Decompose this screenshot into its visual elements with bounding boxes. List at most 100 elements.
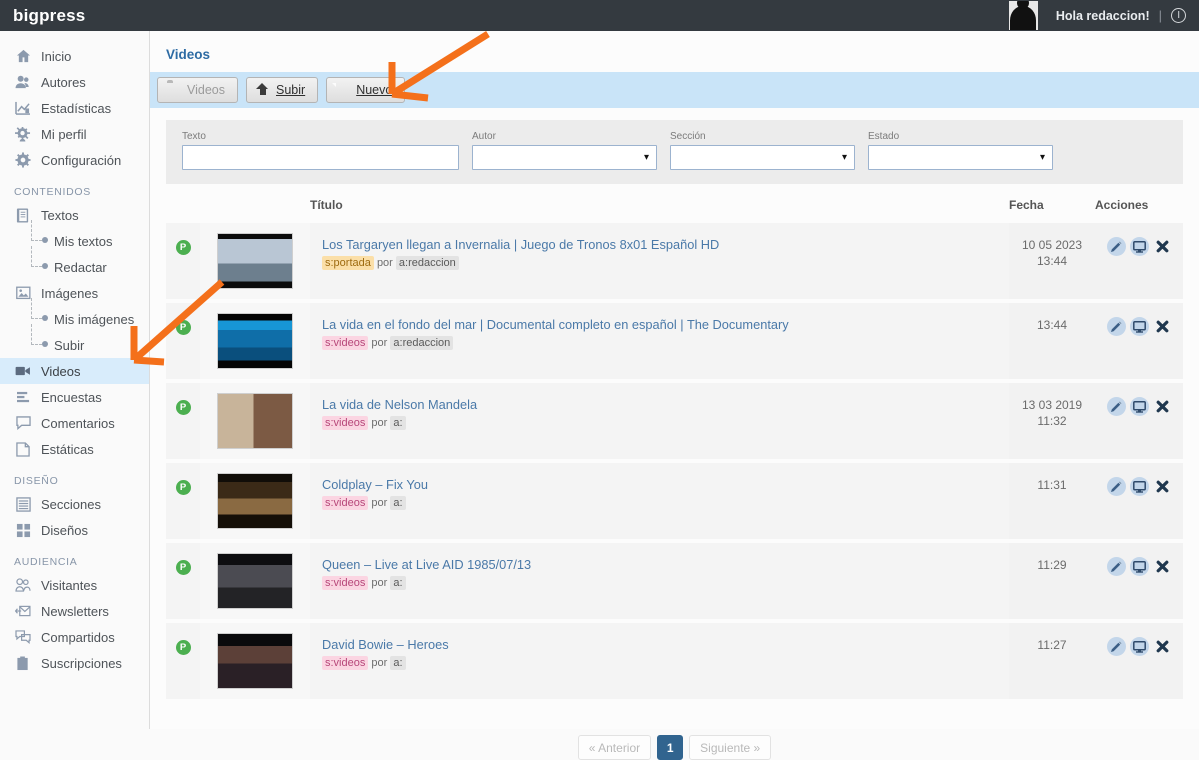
delete-button[interactable] bbox=[1153, 317, 1172, 336]
sidebar-item-newsletters[interactable]: Newsletters bbox=[0, 598, 149, 624]
toolbar-button-videos[interactable]: Videos bbox=[157, 77, 238, 103]
video-thumbnail[interactable] bbox=[217, 313, 293, 369]
page-icon bbox=[14, 441, 32, 457]
video-thumbnail[interactable] bbox=[217, 553, 293, 609]
sidebar-item-disenos[interactable]: Diseños bbox=[0, 517, 149, 543]
row-state-cell: P bbox=[166, 301, 200, 383]
sidebar-item-secciones[interactable]: Secciones bbox=[0, 491, 149, 517]
sidebar-label: Imágenes bbox=[41, 285, 99, 301]
sidebar-item-inicio[interactable]: Inicio bbox=[0, 43, 149, 69]
edit-button[interactable] bbox=[1106, 237, 1126, 256]
estado-select[interactable] bbox=[868, 145, 1053, 170]
avatar[interactable] bbox=[1008, 1, 1038, 30]
video-meta: s:videos por a: bbox=[322, 576, 1009, 590]
row-thumbnail-cell bbox=[200, 461, 310, 543]
autor-select[interactable] bbox=[472, 145, 657, 170]
sidebar-item-comentarios[interactable]: Comentarios bbox=[0, 410, 149, 436]
section-tag[interactable]: s:videos bbox=[322, 416, 369, 430]
share-icon bbox=[14, 629, 32, 645]
video-title-link[interactable]: David Bowie – Heroes bbox=[322, 637, 1009, 652]
brand-logo[interactable]: bigpress bbox=[0, 6, 85, 26]
edit-button[interactable] bbox=[1106, 317, 1126, 336]
preview-button[interactable] bbox=[1129, 317, 1149, 336]
filter-label: Texto bbox=[182, 131, 206, 142]
sidebar-item-visitantes[interactable]: Visitantes bbox=[0, 572, 149, 598]
sidebar-item-mis-textos[interactable]: Mis textos bbox=[0, 220, 149, 254]
delete-button[interactable] bbox=[1153, 477, 1172, 496]
sidebar-item-estaticas[interactable]: Estáticas bbox=[0, 436, 149, 462]
delete-button[interactable] bbox=[1153, 557, 1172, 576]
author-tag[interactable]: a:redaccion bbox=[390, 336, 454, 350]
delete-button[interactable] bbox=[1153, 637, 1172, 656]
preview-button[interactable] bbox=[1129, 637, 1149, 656]
edit-button[interactable] bbox=[1106, 557, 1126, 576]
pagination-previous[interactable]: « Anterior bbox=[577, 735, 652, 760]
edit-button[interactable] bbox=[1106, 637, 1126, 656]
pagination-page-1[interactable]: 1 bbox=[657, 735, 684, 760]
section-tag[interactable]: s:videos bbox=[322, 496, 369, 510]
sidebar-item-imagenes[interactable]: Imágenes bbox=[0, 280, 149, 306]
main-content: Videos Videos Subir Nuevo Texto Autor ▾ … bbox=[150, 31, 1199, 760]
preview-button[interactable] bbox=[1129, 397, 1149, 416]
sidebar-label: Inicio bbox=[41, 48, 72, 64]
row-thumbnail-cell bbox=[200, 541, 310, 623]
table-row: P Queen – Live at Live AID 1985/07/13 s:vi… bbox=[166, 541, 1183, 623]
pagination-next[interactable]: Siguiente » bbox=[689, 735, 772, 760]
sidebar-label: Suscripciones bbox=[41, 655, 122, 671]
image-icon bbox=[14, 285, 32, 301]
edit-button[interactable] bbox=[1106, 477, 1126, 496]
author-tag[interactable]: a:redaccion bbox=[395, 256, 459, 270]
sidebar-item-subir[interactable]: Subir bbox=[0, 324, 149, 358]
sidebar-item-encuestas[interactable]: Encuestas bbox=[0, 384, 149, 410]
sidebar-item-autores[interactable]: Autores bbox=[0, 69, 149, 95]
section-tag[interactable]: s:videos bbox=[322, 656, 369, 670]
sidebar-item-textos[interactable]: Textos bbox=[0, 202, 149, 228]
preview-button[interactable] bbox=[1129, 237, 1149, 256]
section-tag[interactable]: s:videos bbox=[322, 336, 369, 350]
author-tag[interactable]: a: bbox=[390, 416, 406, 430]
section-tag[interactable]: s:videos bbox=[322, 576, 369, 590]
video-title-link[interactable]: La vida en el fondo del mar | Documental… bbox=[322, 317, 1009, 332]
video-title-link[interactable]: La vida de Nelson Mandela bbox=[322, 397, 1009, 412]
row-title-cell: La vida de Nelson Mandela s:videos por a: bbox=[310, 381, 1009, 463]
by-label: por bbox=[371, 657, 388, 669]
search-input[interactable] bbox=[182, 145, 459, 170]
video-thumbnail[interactable] bbox=[217, 233, 293, 289]
sidebar-item-videos[interactable]: Videos bbox=[0, 358, 149, 384]
sidebar-item-estadisticas[interactable]: Estadísticas bbox=[0, 95, 149, 121]
section-tag[interactable]: s:portada bbox=[322, 256, 374, 270]
bullet-icon bbox=[42, 263, 48, 269]
power-icon[interactable] bbox=[1171, 8, 1186, 23]
filter-label: Estado bbox=[868, 131, 900, 142]
row-date-cell: 13 03 2019 11:32 bbox=[1009, 381, 1095, 463]
users-icon bbox=[14, 74, 32, 90]
seccion-select[interactable] bbox=[670, 145, 855, 170]
sidebar-item-configuracion[interactable]: Configuración bbox=[0, 147, 149, 173]
author-tag[interactable]: a: bbox=[390, 656, 406, 670]
video-title-link[interactable]: Coldplay – Fix You bbox=[322, 477, 1009, 492]
preview-button[interactable] bbox=[1129, 477, 1149, 496]
video-title-link[interactable]: Queen – Live at Live AID 1985/07/13 bbox=[322, 557, 1009, 572]
video-thumbnail[interactable] bbox=[217, 393, 293, 449]
page-title: Videos bbox=[166, 47, 211, 62]
delete-button[interactable] bbox=[1153, 397, 1172, 416]
by-label: por bbox=[371, 337, 388, 349]
preview-button[interactable] bbox=[1129, 557, 1149, 576]
sidebar-item-redactar[interactable]: Redactar bbox=[0, 246, 149, 280]
sidebar-item-mi-perfil[interactable]: Mi perfil bbox=[0, 121, 149, 147]
video-thumbnail[interactable] bbox=[217, 633, 293, 689]
sidebar-item-compartidos[interactable]: Compartidos bbox=[0, 624, 149, 650]
author-tag[interactable]: a: bbox=[390, 576, 406, 590]
toolbar-button-nuevo[interactable]: Nuevo bbox=[326, 77, 406, 103]
sidebar-item-mis-imagenes[interactable]: Mis imágenes bbox=[0, 298, 149, 332]
author-tag[interactable]: a: bbox=[390, 496, 406, 510]
sidebar-item-suscripciones[interactable]: Suscripciones bbox=[0, 650, 149, 676]
delete-button[interactable] bbox=[1153, 237, 1172, 256]
toolbar-button-subir[interactable]: Subir bbox=[246, 77, 319, 103]
col-acciones: Acciones bbox=[1095, 186, 1183, 223]
row-thumbnail-cell bbox=[200, 621, 310, 703]
video-thumbnail[interactable] bbox=[217, 473, 293, 529]
video-title-link[interactable]: Los Targaryen llegan a Invernalia | Jueg… bbox=[322, 237, 1009, 252]
by-label: por bbox=[371, 577, 388, 589]
edit-button[interactable] bbox=[1106, 397, 1126, 416]
